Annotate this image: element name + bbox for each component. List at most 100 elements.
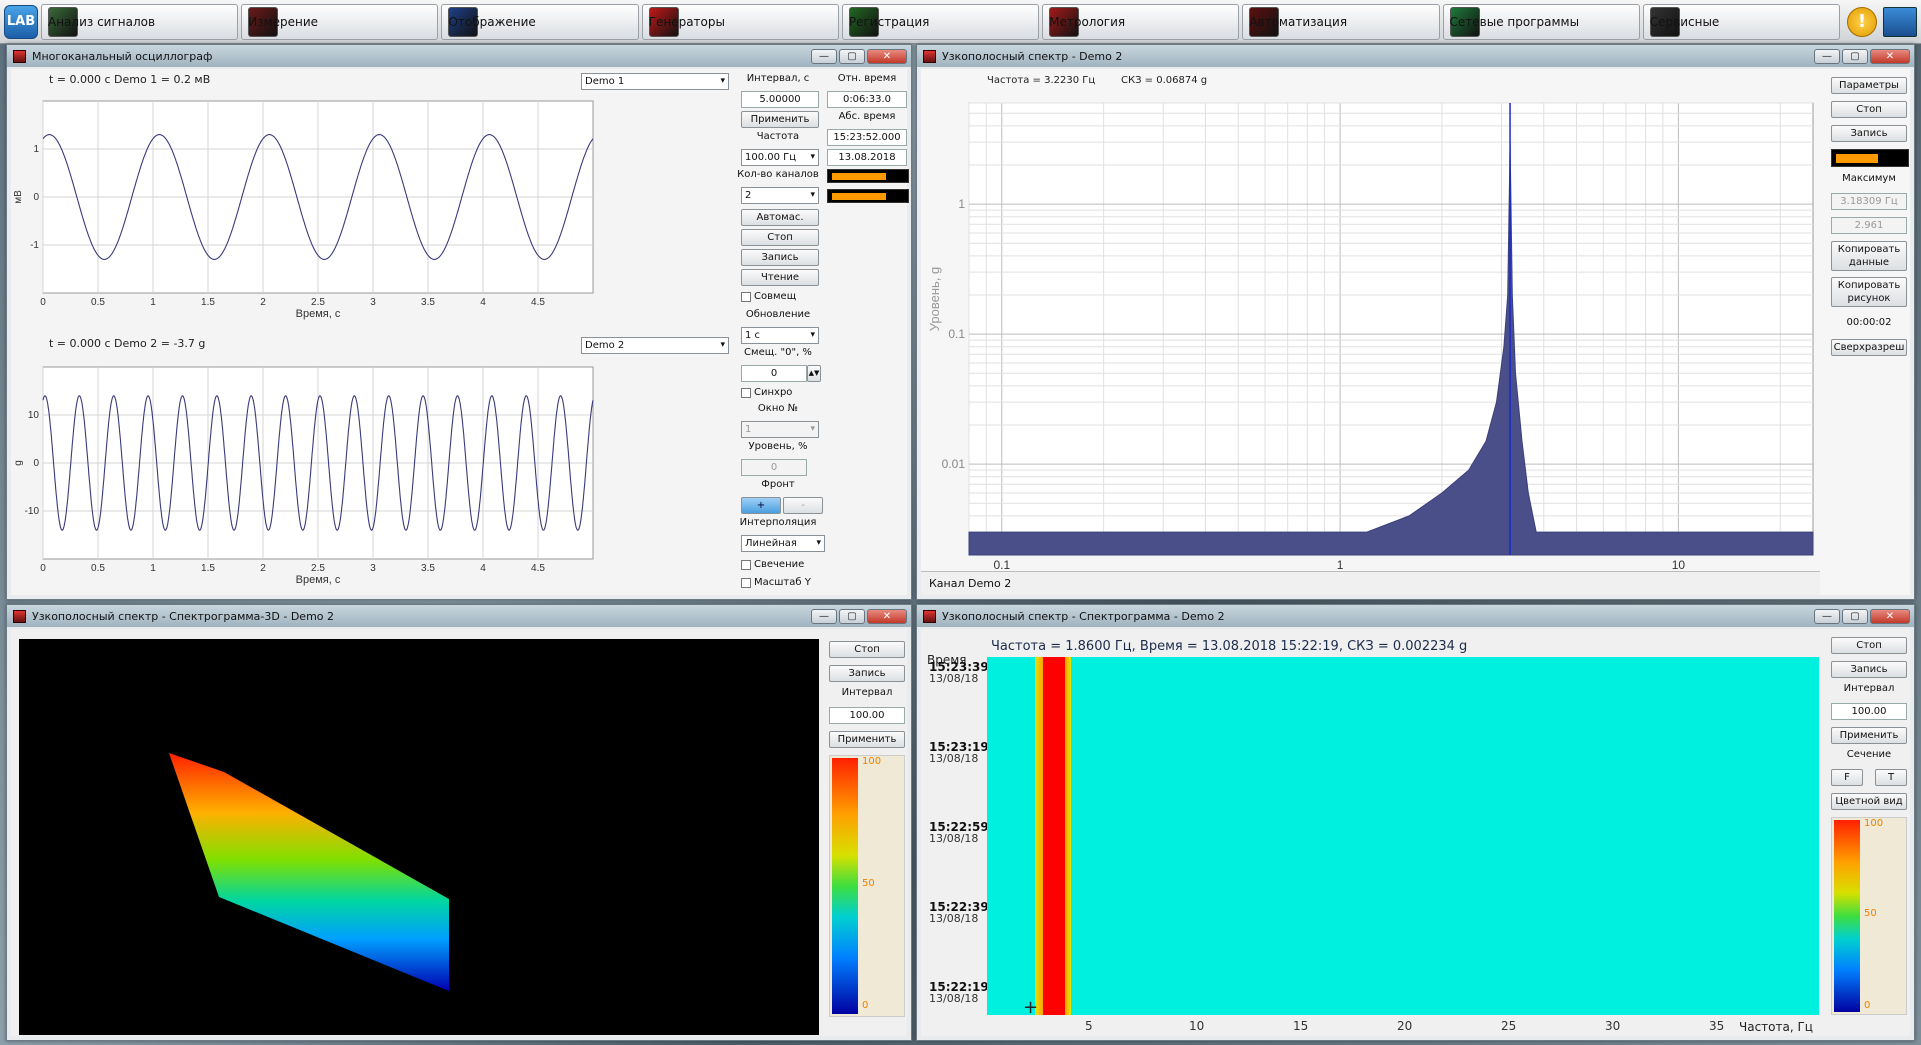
app-logo[interactable]: LAB — [4, 4, 38, 39]
relative-time-label: Отн. время — [837, 73, 897, 84]
section-t-button[interactable]: T — [1875, 769, 1907, 786]
stop-button[interactable]: Стоп — [1831, 101, 1907, 118]
channel1-plot[interactable]: 0 0.5 1 1.5 2 2.5 3 3.5 4 4.5 1 0 -1 Время, с мВ — [11, 93, 737, 333]
warning-icon[interactable]: ! — [1847, 6, 1877, 37]
interpolation-select[interactable]: Линейная — [741, 535, 825, 552]
level-label: Уровень, % — [748, 441, 808, 452]
oscilloscope-titlebar[interactable]: Многоканальный осциллограф — ▢ ✕ — [7, 45, 911, 67]
section-label: Сечение — [1846, 749, 1892, 760]
menu-measurement-button[interactable]: Измерение — [241, 3, 439, 40]
y-tick-label: 0 — [33, 192, 39, 203]
channel1-color-swatch[interactable] — [827, 169, 909, 183]
front-minus-button[interactable]: - — [783, 497, 823, 514]
record-button[interactable]: Запись — [1831, 125, 1907, 142]
time-tick-date: 13/08/18 — [929, 832, 979, 845]
glow-checkbox[interactable]: Свечение — [741, 559, 804, 570]
spectrogram-3d-titlebar[interactable]: Узкополосный спектр - Спектрограмма-3D -… — [7, 605, 911, 627]
menu-network-button[interactable]: Сетевые программы — [1442, 3, 1640, 40]
y-tick-label: 1 — [33, 144, 39, 155]
menu-service-button[interactable]: Сервисные — [1642, 3, 1840, 40]
screen-icon[interactable] — [1883, 6, 1917, 37]
absolute-time-label: Абс. время — [838, 111, 896, 122]
maximum-label: Максимум — [1842, 173, 1896, 184]
menu-automation-button[interactable]: Автоматизация — [1242, 3, 1440, 40]
time-tick-date: 13/08/18 — [929, 992, 979, 1005]
level-input[interactable]: 0 — [741, 459, 807, 476]
offset-input[interactable]: 0 — [741, 365, 807, 382]
menu-metrology-button[interactable]: Метрология — [1042, 3, 1240, 40]
maximize-button[interactable]: ▢ — [839, 48, 865, 64]
hires-button[interactable]: Сверхразреш — [1831, 339, 1907, 356]
maximum-frequency: 3.18309 Гц — [1831, 193, 1907, 210]
minimize-button[interactable]: — — [811, 48, 837, 64]
record-button[interactable]: Запись — [741, 249, 819, 266]
offset-spinner[interactable]: ▲▼ — [807, 365, 821, 382]
color-scale: 100 50 0 — [1831, 817, 1907, 1015]
sync-checkbox[interactable]: Синхро — [741, 387, 792, 398]
menu-display-button[interactable]: Отображение — [441, 3, 639, 40]
timer-value: 00:00:02 — [1846, 317, 1892, 328]
record-button[interactable]: Запись — [829, 665, 905, 682]
time-tick-date: 13/08/18 — [929, 672, 979, 685]
copy-image-button[interactable]: Копировать рисунок — [1831, 277, 1907, 307]
minimize-button[interactable]: — — [1814, 608, 1840, 624]
section-f-button[interactable]: F — [1831, 769, 1863, 786]
channel1-select[interactable]: Demo 1 — [581, 73, 729, 90]
window-number-select[interactable]: 1 — [741, 421, 819, 438]
color-view-button[interactable]: Цветной вид — [1831, 793, 1907, 810]
x-tick-label: 2 — [260, 563, 266, 574]
stop-button[interactable]: Стоп — [741, 229, 819, 246]
y-tick-label: 0 — [33, 458, 39, 469]
menu-registration-button[interactable]: Регистрация — [841, 3, 1040, 40]
scale-y-checkbox[interactable]: Масштаб Y — [741, 577, 811, 588]
close-button[interactable]: ✕ — [1870, 48, 1910, 64]
frequency-select[interactable]: 100.00 Гц — [741, 149, 819, 166]
interval-input[interactable]: 5.00000 — [741, 91, 819, 108]
spectrogram-edge-left — [1035, 657, 1043, 1015]
channel2-color-swatch[interactable] — [827, 189, 909, 203]
spectrum-plot[interactable]: 0.111010.10.01Частота, ГцУровень, g — [921, 69, 1821, 590]
update-select[interactable]: 1 с — [741, 327, 819, 344]
series-color-swatch[interactable] — [1831, 149, 1909, 167]
menu-signal-analysis-button[interactable]: Анализ сигналов — [41, 3, 239, 40]
spectrogram-3d-view[interactable] — [19, 639, 819, 1035]
maximize-button[interactable]: ▢ — [839, 608, 865, 624]
close-button[interactable]: ✕ — [867, 608, 907, 624]
spectrogram-image[interactable]: + — [987, 657, 1819, 1018]
x-axis-label: Время, с — [296, 574, 341, 586]
parameters-button[interactable]: Параметры — [1831, 77, 1907, 94]
apply-button[interactable]: Применить — [741, 111, 819, 128]
interval-label: Интервал, с — [746, 73, 810, 84]
window-icon — [13, 609, 26, 623]
channel2-plot[interactable]: 0 0.5 1 1.5 2 2.5 3 3.5 4 4.5 10 0 -10 Время, с g — [11, 359, 737, 599]
copy-data-button[interactable]: Копировать данные — [1831, 241, 1907, 271]
close-button[interactable]: ✕ — [867, 48, 907, 64]
channels-count-select[interactable]: 2 — [741, 187, 819, 204]
apply-button[interactable]: Применить — [1831, 727, 1907, 744]
x-tick-label: 4 — [480, 297, 486, 308]
close-button[interactable]: ✕ — [1870, 608, 1910, 624]
record-button[interactable]: Запись — [1831, 661, 1907, 678]
spectrogram-titlebar[interactable]: Узкополосный спектр - Спектрограмма - De… — [917, 605, 1914, 627]
automas-button[interactable]: Автомас. — [741, 209, 819, 226]
interval-input[interactable]: 100.00 — [1831, 703, 1907, 720]
minimize-button[interactable]: — — [1814, 48, 1840, 64]
maximize-button[interactable]: ▢ — [1842, 608, 1868, 624]
channel2-select[interactable]: Demo 2 — [581, 337, 729, 354]
apply-button[interactable]: Применить — [829, 731, 905, 748]
spectrum-titlebar[interactable]: Узкополосный спектр - Demo 2 — ▢ ✕ — [917, 45, 1914, 67]
stop-button[interactable]: Стоп — [829, 641, 905, 658]
y-axis-label: мВ — [13, 190, 24, 204]
stop-button[interactable]: Стоп — [1831, 637, 1907, 654]
menu-generator-button[interactable]: Генераторы — [641, 3, 839, 40]
front-plus-button[interactable]: + — [741, 497, 781, 514]
x-tick-label: 10 — [1672, 558, 1686, 572]
window-icon — [13, 49, 26, 63]
combine-checkbox[interactable]: Совмещ — [741, 291, 796, 302]
menu-label: Метрология — [1049, 14, 1126, 29]
read-button[interactable]: Чтение — [741, 269, 819, 286]
interval-input[interactable]: 100.00 — [829, 707, 905, 724]
maximize-button[interactable]: ▢ — [1842, 48, 1868, 64]
minimize-button[interactable]: — — [811, 608, 837, 624]
x-tick-label: 3.5 — [421, 297, 435, 308]
